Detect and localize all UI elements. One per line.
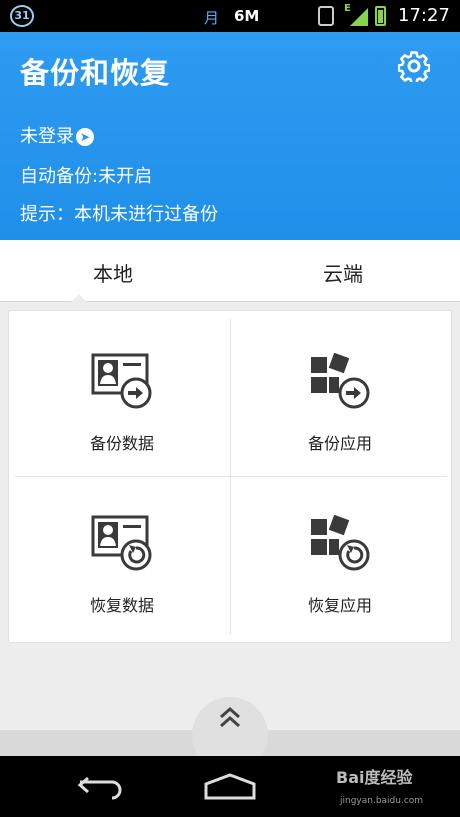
- system-nav-bar: Bai度经验 jingyan.baidu.com: [0, 756, 460, 817]
- backup-tip: 提示：本机未进行过备份: [20, 204, 218, 225]
- backup-apps-label: 备份应用: [307, 434, 372, 453]
- backup-apps-button[interactable]: 备份应用: [233, 317, 447, 477]
- grid-divider-vertical: [230, 319, 231, 635]
- status-bar: 31 月 6M E 17:27: [0, 0, 460, 32]
- back-icon[interactable]: [76, 774, 126, 800]
- restore-apps-button[interactable]: 恢复应用: [233, 479, 447, 639]
- tab-local[interactable]: 本地: [93, 258, 133, 287]
- home-icon[interactable]: [202, 772, 258, 800]
- calendar-notification-icon: 31: [10, 5, 34, 27]
- tab-cloud[interactable]: 云端: [323, 258, 363, 287]
- login-link[interactable]: 未登录 ➤: [20, 122, 94, 148]
- battery-icon: [375, 6, 386, 26]
- vibrate-icon: [318, 6, 334, 26]
- restore-data-button[interactable]: 恢复数据: [15, 479, 229, 639]
- apps-restore-icon: [311, 515, 370, 571]
- contact-card-restore-icon: [91, 515, 152, 571]
- watermark-brand: Bai度经验: [336, 768, 413, 787]
- app-header: 备份和恢复 未登录 ➤ 自动备份:未开启 提示：本机未进行过备份: [0, 32, 460, 240]
- contact-card-export-icon: [91, 353, 152, 409]
- page-title: 备份和恢复: [20, 56, 171, 90]
- selected-tab-indicator: [71, 294, 87, 302]
- settings-gear-icon[interactable]: [398, 50, 430, 82]
- auto-backup-status: 自动备份:未开启: [20, 166, 153, 187]
- double-chevron-up-icon: [220, 706, 240, 728]
- signal-icon: [350, 8, 368, 26]
- restore-data-label: 恢复数据: [89, 596, 154, 615]
- watermark-url: jingyan.baidu.com: [340, 796, 424, 806]
- arrow-right-icon: ➤: [76, 128, 94, 146]
- moon-icon: 月: [204, 9, 220, 27]
- action-grid: 备份数据 备份应用 恢复数据 恢复应用: [8, 310, 452, 643]
- apps-export-icon: [311, 353, 370, 409]
- status-time: 17:27: [398, 5, 450, 26]
- data-usage-indicator: 6M: [234, 7, 260, 25]
- backup-data-button[interactable]: 备份数据: [15, 317, 229, 477]
- restore-apps-label: 恢复应用: [307, 596, 372, 615]
- backup-data-label: 备份数据: [89, 434, 154, 453]
- tab-bar: 本地 云端: [0, 240, 460, 302]
- login-label: 未登录: [20, 126, 74, 147]
